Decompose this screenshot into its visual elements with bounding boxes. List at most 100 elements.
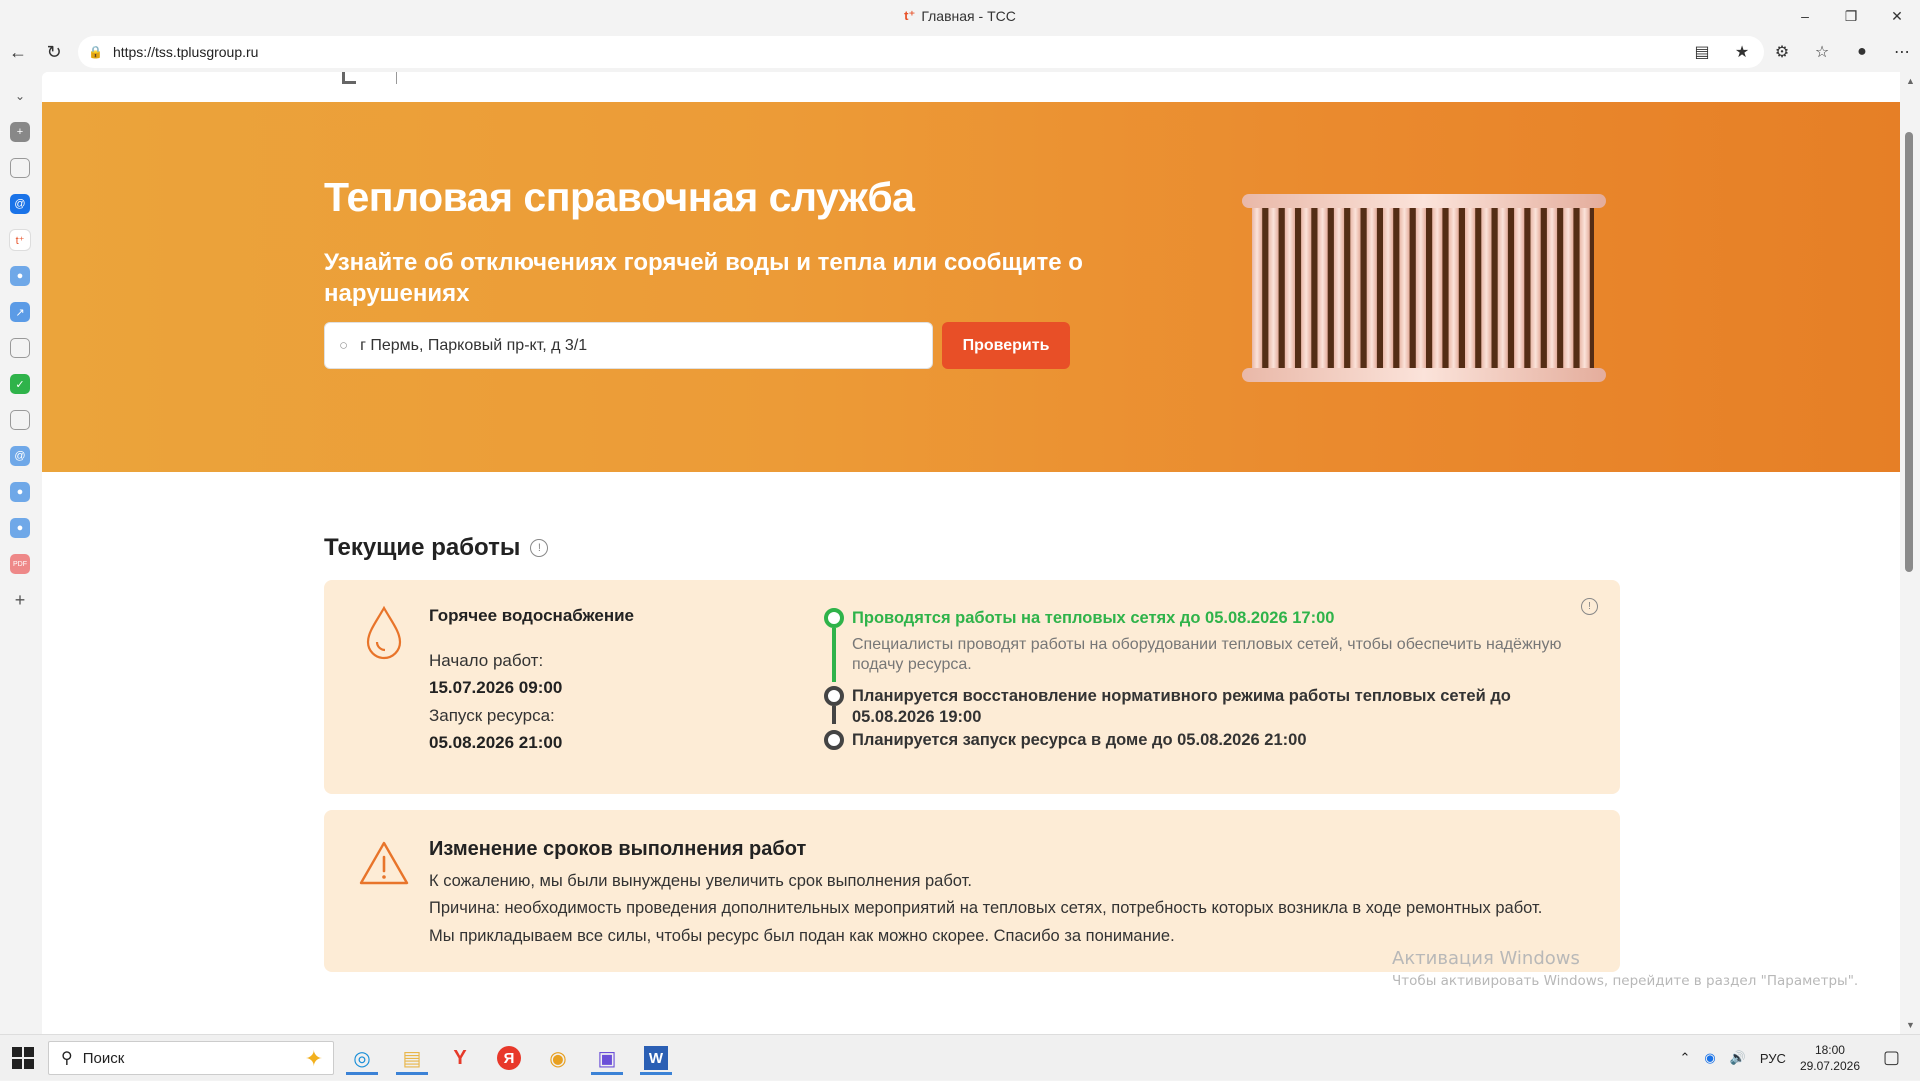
timeline-line [832, 628, 836, 682]
chevron-down-icon[interactable]: ⌄ [10, 86, 30, 106]
card-info-icon[interactable]: ! [1581, 598, 1598, 615]
minimize-icon[interactable]: – [1782, 0, 1828, 32]
site-favicon-icon: t⁺ [904, 8, 916, 23]
radiator-fin [1399, 200, 1410, 376]
restore-icon[interactable]: ❐ [1828, 0, 1874, 32]
header-divider [396, 72, 397, 84]
browser-toolbar: ← ↻ 🔒 https://tss.tplusgroup.ru ▤ ★ ⚙ ☆ … [0, 32, 1920, 72]
tab-pdf-icon[interactable]: PDF [10, 554, 30, 574]
more-menu-icon[interactable]: ⋯ [1884, 36, 1920, 68]
messenger-icon[interactable]: ▣ [585, 1041, 629, 1075]
tab-mail-icon-2[interactable]: @ [10, 446, 30, 466]
radiator-fin [1284, 200, 1295, 376]
tab-check-icon[interactable]: ✓ [10, 374, 30, 394]
check-button[interactable]: Проверить [942, 322, 1070, 369]
clock-date: 29.07.2026 [1799, 1059, 1860, 1073]
scrollbar-thumb[interactable] [1905, 132, 1913, 572]
tab-link-icon[interactable]: ↗ [10, 302, 30, 322]
add-tab-icon[interactable]: + [10, 590, 30, 610]
radiator-fin [1563, 200, 1574, 376]
radiator-fin [1301, 200, 1312, 376]
radiator-fin [1530, 200, 1541, 376]
tab-tss-icon[interactable]: t⁺ [10, 230, 30, 250]
close-icon[interactable]: ✕ [1874, 0, 1920, 32]
web-content: Тепловая справочная служба Узнайте об от… [42, 72, 1900, 1034]
window-controls: – ❐ ✕ [1782, 0, 1920, 32]
browser-sidebar: ⌄ + @ t⁺ ● ↗ ✓ @ ● ● PDF + [0, 72, 40, 1034]
word-icon[interactable]: W [634, 1041, 678, 1075]
tab-page-icon-3[interactable] [10, 410, 30, 430]
radiator-fin [1383, 200, 1394, 376]
tab-doc-icon-2[interactable]: ● [10, 482, 30, 502]
yandex-browser-icon[interactable]: Y [438, 1041, 482, 1075]
radiator-fin [1514, 200, 1525, 376]
notice-line: К сожалению, мы были вынуждены увеличить… [429, 872, 972, 890]
windows-taskbar: ⚲ Поиск ✦ ◎ ▤ Y Я ◉ ▣ W ⌃ ◉ 🔊 РУС 18:00 … [0, 1034, 1920, 1080]
address-search-input[interactable]: ○ г Пермь, Парковый пр-кт, д 3/1 [324, 322, 933, 369]
network-icon[interactable]: ◉ [1704, 1050, 1715, 1066]
volume-icon[interactable]: 🔊 [1730, 1050, 1746, 1066]
extensions-icon[interactable]: ⚙ [1764, 36, 1800, 68]
launch-value: 05.08.2026 21:00 [429, 733, 563, 752]
hero-subtitle: Узнайте об отключениях горячей воды и те… [324, 249, 1083, 307]
hero-banner: Тепловая справочная служба Узнайте об от… [42, 102, 1900, 472]
sparkle-icon: ✦ [304, 1046, 323, 1071]
tab-doc-icon[interactable]: ● [10, 266, 30, 286]
favorites-icon[interactable]: ☆ [1804, 36, 1840, 68]
window-title-text: Главная - ТСС [921, 8, 1016, 24]
lock-icon: 🔒 [88, 45, 103, 59]
timeline-dot [824, 686, 844, 706]
notifications-icon[interactable]: ▢ [1883, 1047, 1900, 1068]
radiator-fin [1268, 200, 1279, 376]
language-indicator[interactable]: РУС [1760, 1051, 1786, 1066]
tab-page-icon[interactable] [10, 158, 30, 178]
taskbar-search-input[interactable]: ⚲ Поиск ✦ [48, 1041, 334, 1075]
radiator-fin [1317, 200, 1328, 376]
search-icon: ○ [339, 337, 349, 354]
profile-avatar-icon[interactable]: ● [1844, 36, 1880, 68]
scroll-down-icon[interactable]: ▼ [1906, 1020, 1915, 1030]
tab-page-icon-2[interactable] [10, 338, 30, 358]
chrome-icon[interactable]: ◉ [536, 1041, 580, 1075]
tab-mail-icon[interactable]: @ [10, 194, 30, 214]
timeline-step-1: Проводятся работы на тепловых сетях до 0… [852, 609, 1335, 627]
address-bar[interactable]: 🔒 https://tss.tplusgroup.ru [78, 36, 1764, 68]
warning-icon [359, 841, 409, 885]
clock-time: 18:00 [1814, 1043, 1845, 1057]
notice-line: Причина: необходимость проведения дополн… [429, 899, 1543, 917]
start-label: Начало работ: [429, 651, 544, 670]
page-scrollbar[interactable]: ▲ ▼ [1900, 72, 1920, 1034]
timeline-line [832, 706, 836, 724]
launch-label: Запуск ресурса: [429, 706, 555, 725]
watermark-text: Чтобы активировать Windows, перейдите в … [1392, 973, 1859, 989]
tab-doc-icon-3[interactable]: ● [10, 518, 30, 538]
back-arrow-icon[interactable]: ← [0, 34, 36, 70]
radiator-fin [1366, 200, 1377, 376]
scroll-up-icon[interactable]: ▲ [1906, 76, 1915, 86]
search-icon: ⚲ [61, 1050, 73, 1067]
tray-chevron-icon[interactable]: ⌃ [1679, 1050, 1690, 1066]
edge-browser-icon[interactable]: ◎ [340, 1041, 384, 1075]
site-logo-icon[interactable] [342, 72, 356, 84]
radiator-fin [1546, 200, 1558, 376]
windows-start-icon[interactable] [12, 1047, 34, 1069]
radiator-fin [1465, 200, 1476, 376]
notice-line: Мы прикладываем все силы, чтобы ресурс б… [429, 927, 1175, 945]
reader-mode-icon[interactable]: ▤ [1684, 36, 1720, 68]
yandex-icon[interactable]: Я [487, 1041, 531, 1075]
current-works-title: Текущие работы ! [324, 534, 549, 562]
browser-actions: ▤ ★ ⚙ ☆ ● ⋯ [1684, 36, 1920, 68]
reload-icon[interactable]: ↻ [36, 34, 72, 70]
notice-title: Изменение сроков выполнения работ [429, 838, 807, 860]
info-icon[interactable]: ! [530, 539, 549, 557]
timeline-step-3: Планируется запуск ресурса в доме до 05.… [852, 731, 1307, 749]
taskbar-clock[interactable]: 18:00 29.07.2026 [1800, 1042, 1860, 1074]
file-explorer-icon[interactable]: ▤ [390, 1041, 434, 1075]
water-drop-icon [366, 605, 402, 660]
radiator-fin [1350, 200, 1361, 376]
radiator-illustration [1242, 194, 1606, 382]
new-tab-icon[interactable]: + [10, 122, 30, 142]
taskbar-search-placeholder: Поиск [82, 1049, 125, 1067]
favorite-star-icon[interactable]: ★ [1724, 36, 1760, 68]
service-title: Горячее водоснабжение [429, 606, 635, 625]
